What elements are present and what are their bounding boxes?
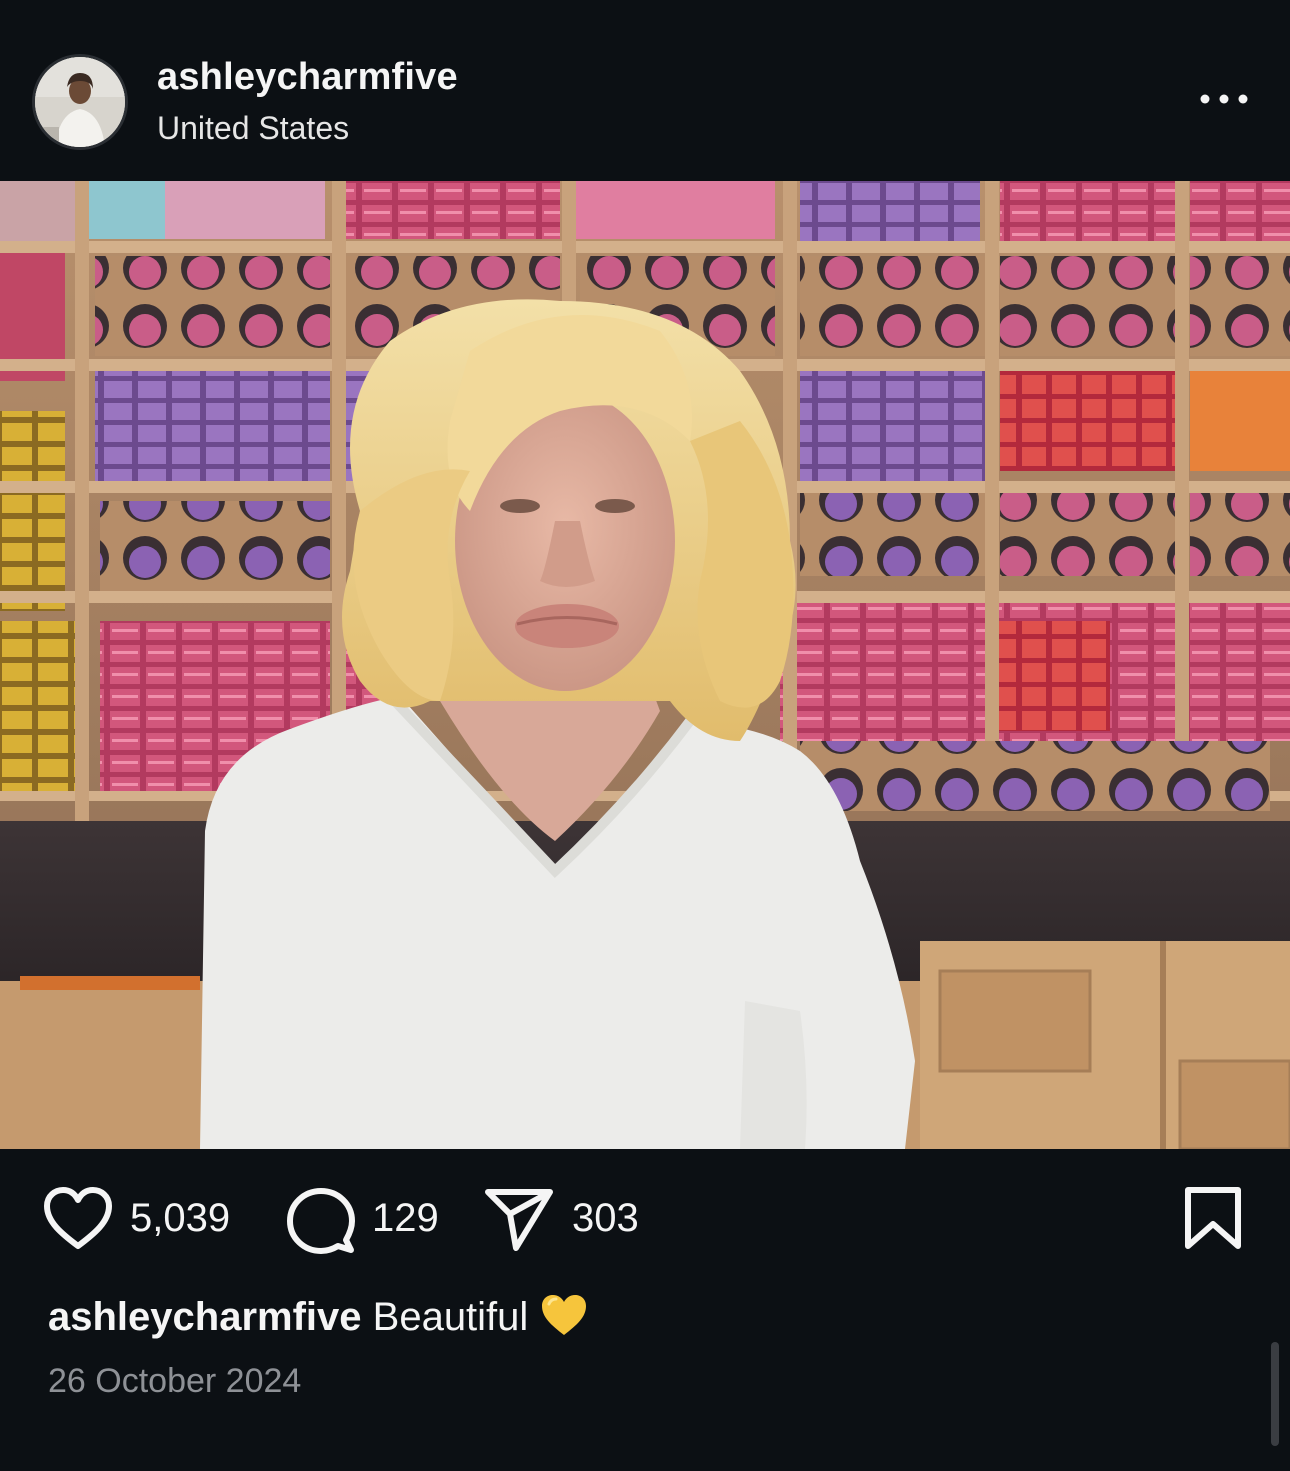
caption-username[interactable]: ashleycharmfive (48, 1295, 362, 1339)
bookmark-icon[interactable] (1180, 1186, 1246, 1257)
caption: ashleycharmfive Beautiful (48, 1292, 589, 1348)
paper-plane-icon[interactable] (484, 1186, 554, 1257)
comment-icon[interactable] (286, 1186, 356, 1261)
post-photo[interactable] (0, 181, 1290, 1149)
share-count[interactable]: 303 (572, 1196, 639, 1241)
heart-icon[interactable] (42, 1186, 114, 1257)
like-count[interactable]: 5,039 (130, 1196, 230, 1241)
username[interactable]: ashleycharmfive (157, 56, 458, 99)
yellow-heart-icon (542, 1295, 587, 1335)
caption-emoji (539, 1292, 589, 1348)
caption-text: Beautiful (372, 1295, 529, 1339)
comment-count[interactable]: 129 (372, 1196, 439, 1241)
avatar[interactable] (32, 54, 128, 150)
post-actions: 5,039 129 303 (0, 1170, 1290, 1270)
scrollbar[interactable] (1271, 1342, 1279, 1446)
more-horizontal-icon[interactable] (1196, 84, 1252, 114)
post-date: 26 October 2024 (48, 1362, 302, 1400)
post-image (0, 181, 1290, 1149)
location[interactable]: United States (157, 110, 349, 147)
post-header: ashleycharmfive United States (0, 0, 1290, 180)
avatar-image (35, 57, 125, 147)
